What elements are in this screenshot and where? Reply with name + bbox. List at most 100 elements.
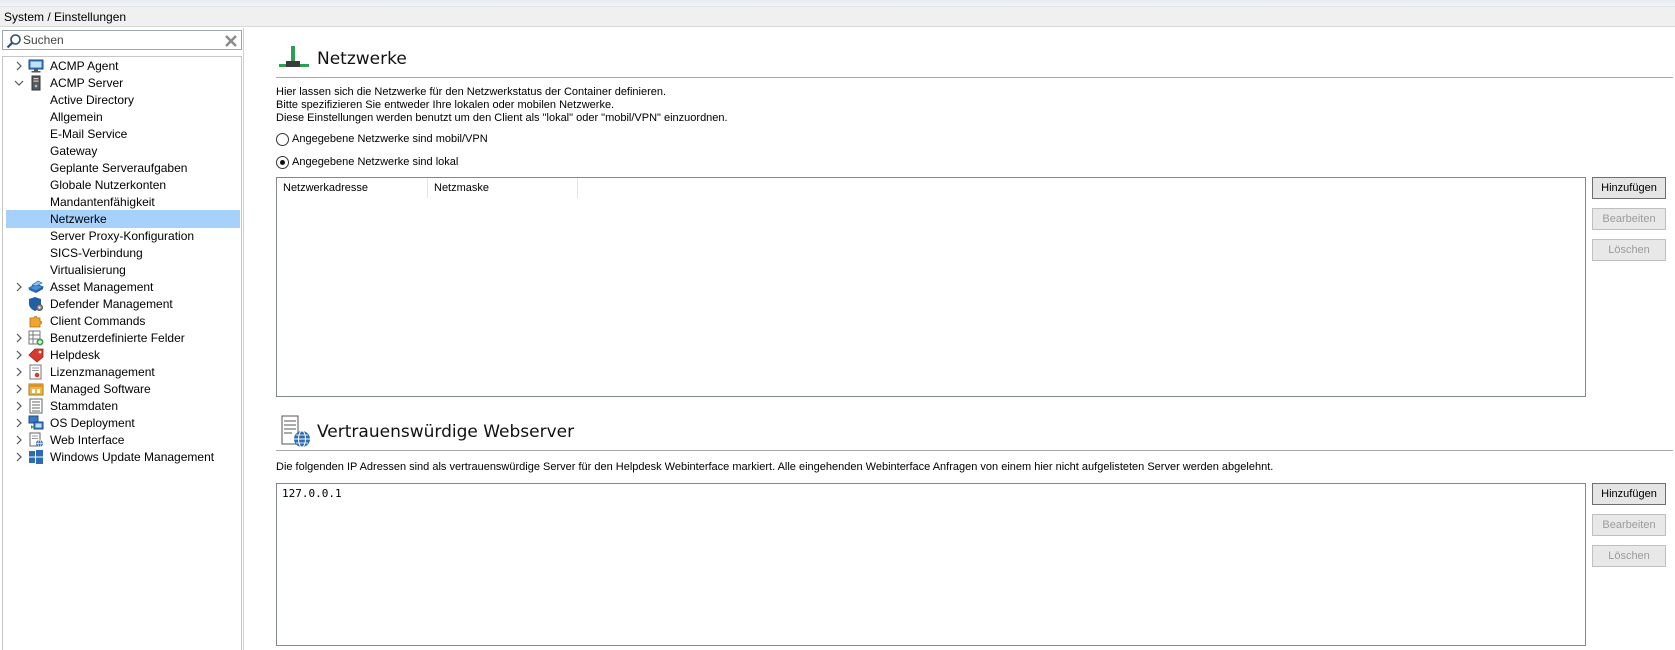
tree-item-allgemein[interactable]: Allgemein (3, 108, 241, 126)
clear-search-icon[interactable] (224, 34, 238, 48)
tree-item-managed-software[interactable]: Managed Software (3, 380, 241, 398)
tree-item-label: Client Commands (50, 314, 146, 328)
tree-item-label: Active Directory (50, 93, 135, 107)
web-interface-icon (29, 432, 43, 448)
radio-label-mobile: Angegebene Netzwerke sind mobil/VPN (292, 133, 488, 145)
tree-item-label: Defender Management (50, 297, 173, 311)
tree-item-license-management[interactable]: Lizenzmanagement (3, 363, 241, 381)
tree-item-custom-fields[interactable]: Benutzerdefinierte Felder (3, 329, 241, 347)
webservers-description: Die folgenden IP Adressen sind als vertr… (276, 461, 1274, 473)
network-icon (279, 46, 309, 67)
tree-item-helpdesk[interactable]: Helpdesk (3, 346, 241, 364)
tree-item-web-interface[interactable]: Web Interface (3, 431, 241, 449)
tree-item-windows-update-management[interactable]: Windows Update Management (3, 448, 241, 466)
tree-item-label: Benutzerdefinierte Felder (50, 331, 185, 345)
networks-list[interactable]: Netzwerkadresse Netzmaske (276, 177, 1586, 397)
tree-item-label: OS Deployment (50, 416, 135, 430)
settings-tree: ACMP Agent ACMP Server Active Directory … (2, 56, 242, 650)
networks-delete-button[interactable]: Löschen (1592, 239, 1666, 261)
helpdesk-tag-icon (28, 348, 44, 363)
radio-label-local: Angegebene Netzwerke sind lokal (292, 156, 459, 168)
breadcrumb: System / Einstellungen (0, 7, 1675, 27)
tree-item-label: ACMP Server (50, 76, 124, 90)
shield-gear-icon (29, 297, 43, 311)
chevron-right-icon[interactable] (14, 61, 24, 71)
column-header-network-address[interactable]: Netzwerkadresse (277, 178, 428, 198)
tree-item-label: Gateway (50, 144, 98, 158)
webservers-divider (276, 450, 1673, 451)
networks-add-button[interactable]: Hinzufügen (1592, 177, 1666, 199)
tree-item-label: Virtualisierung (50, 263, 126, 277)
tree-item-global-user-accounts[interactable]: Globale Nutzerkonten (3, 176, 241, 194)
tree-item-acmp-agent[interactable]: ACMP Agent (3, 57, 241, 75)
tree-item-label: Web Interface (50, 433, 125, 447)
tree-item-label: ACMP Agent (50, 59, 119, 73)
tree-item-master-data[interactable]: Stammdaten (3, 397, 241, 415)
server-tower-icon (31, 75, 41, 91)
master-data-icon (29, 398, 43, 414)
radio-button-local[interactable] (276, 156, 289, 169)
custom-fields-icon (28, 330, 44, 346)
networks-edit-button[interactable]: Bearbeiten (1592, 208, 1666, 230)
tree-item-active-directory[interactable]: Active Directory (3, 91, 241, 109)
server-globe-icon (281, 415, 310, 448)
tree-item-multi-tenancy[interactable]: Mandantenfähigkeit (3, 193, 241, 211)
tree-item-defender-management[interactable]: Defender Management (3, 295, 241, 313)
webservers-title: Vertrauenswürdige Webserver (317, 422, 575, 442)
tree-item-label: Stammdaten (50, 399, 119, 413)
tree-item-label: Globale Nutzerkonten (50, 178, 167, 192)
chevron-right-icon[interactable] (14, 333, 24, 343)
monitor-icon (28, 59, 44, 73)
tree-item-virtualization[interactable]: Virtualisierung (3, 261, 241, 279)
column-header-netmask[interactable]: Netzmaske (428, 178, 578, 198)
networks-title: Netzwerke (317, 49, 407, 69)
tree-item-label: Allgemein (50, 110, 103, 124)
search-icon (6, 34, 21, 49)
windows-update-icon (29, 450, 43, 464)
webservers-list[interactable]: 127.0.0.1 (276, 483, 1586, 646)
tree-item-label: Geplante Serveraufgaben (50, 161, 188, 175)
puzzle-icon (29, 316, 42, 328)
chevron-right-icon[interactable] (14, 401, 24, 411)
description-line: Hier lassen sich die Netzwerke für den N… (276, 86, 667, 98)
pane-splitter[interactable] (243, 28, 244, 650)
tree-item-label: Helpdesk (50, 348, 101, 362)
tree-item-gateway[interactable]: Gateway (3, 142, 241, 160)
tree-item-networks[interactable]: Netzwerke (6, 210, 240, 228)
tree-item-label: Windows Update Management (50, 450, 215, 464)
tree-item-server-proxy[interactable]: Server Proxy-Konfiguration (3, 227, 241, 245)
tree-item-acmp-server[interactable]: ACMP Server (3, 74, 241, 92)
tree-item-label: Server Proxy-Konfiguration (50, 229, 195, 243)
webservers-add-button[interactable]: Hinzufügen (1592, 483, 1666, 505)
tree-item-scheduled-server-tasks[interactable]: Geplante Serveraufgaben (3, 159, 241, 177)
search-placeholder: Suchen (23, 33, 64, 47)
chevron-right-icon[interactable] (14, 452, 24, 462)
webservers-edit-button[interactable]: Bearbeiten (1592, 514, 1666, 536)
tree-item-client-commands[interactable]: Client Commands (3, 312, 241, 330)
chevron-right-icon[interactable] (14, 435, 24, 445)
chevron-right-icon[interactable] (14, 367, 24, 377)
tree-item-label: Asset Management (50, 280, 154, 294)
tree-item-sics-connection[interactable]: SICS-Verbindung (3, 244, 241, 262)
chevron-down-icon[interactable] (14, 78, 24, 88)
description-line: Diese Einstellungen werden benutzt um de… (276, 112, 728, 124)
managed-software-icon (28, 383, 44, 396)
window-top-strip (0, 0, 1675, 7)
tree-item-asset-management[interactable]: Asset Management (3, 278, 241, 296)
tree-item-label: Netzwerke (50, 212, 107, 226)
webservers-delete-button[interactable]: Löschen (1592, 545, 1666, 567)
chevron-right-icon[interactable] (14, 418, 24, 428)
tree-item-os-deployment[interactable]: OS Deployment (3, 414, 241, 432)
chevron-right-icon[interactable] (14, 282, 24, 292)
radio-button-mobile[interactable] (276, 133, 289, 146)
chevron-right-icon[interactable] (14, 384, 24, 394)
list-item[interactable]: 127.0.0.1 (282, 487, 342, 500)
tree-item-label: SICS-Verbindung (50, 246, 143, 260)
search-input[interactable]: Suchen (2, 30, 242, 50)
tree-item-email-service[interactable]: E-Mail Service (3, 125, 241, 143)
license-icon (29, 364, 42, 380)
settings-navigation-pane: Suchen ACMP Agent ACMP Server Active Dir… (0, 28, 243, 650)
chevron-right-icon[interactable] (14, 350, 24, 360)
os-deployment-icon (28, 415, 44, 430)
tree-item-label: Lizenzmanagement (50, 365, 155, 379)
